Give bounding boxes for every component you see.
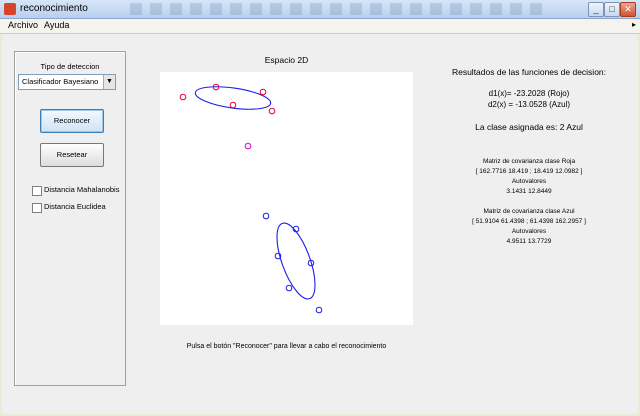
red-eig-title: Autovalores [511,178,547,185]
detection-select[interactable]: Clasificador Bayesiano ▼ [18,74,116,90]
reset-button[interactable]: Resetear [40,143,104,167]
test-point [244,142,252,150]
close-button[interactable]: ✕ [620,2,636,17]
menu-bar: Archivo Ayuda ▸ [0,19,640,34]
red-cov-title: Matriz de covarianza clase Roja [482,158,576,165]
taskbar-ghost [130,3,550,15]
plot-canvas[interactable] [160,72,413,325]
blue-point [262,212,270,220]
red-eig-values: 3.1431 12.8449 [506,188,552,195]
plot-svg [179,83,323,314]
recognize-button[interactable]: Reconocer [40,109,104,133]
maximize-button[interactable]: □ [604,2,620,17]
euclidean-label: Distancia Euclidea [44,202,106,211]
title-bar: reconocimiento _ □ ✕ [0,0,640,19]
chevron-down-icon[interactable]: ▼ [103,75,115,89]
mahalanobis-checkbox[interactable] [32,186,42,196]
menu-expand-icon[interactable]: ▸ [632,20,636,29]
blue-class [262,212,323,314]
euclidean-checkbox[interactable] [32,203,42,213]
red-class-ellipse [194,86,272,110]
d2-result: d2(x) = -13.0528 (Azul) [487,100,571,109]
red-point [229,101,237,109]
results-heading: Resultados de las funciones de decision: [451,67,607,77]
blue-cov-values: [ 51.9104 61.4398 ; 61.4398 162.2957 ] [472,218,586,225]
control-panel: Tipo de deteccion [14,51,126,386]
minimize-button[interactable]: _ [588,2,604,17]
d1-result: d1(x)= -23.2028 (Rojo) [488,89,570,98]
red-cov-values: [ 162.7716 18.419 ; 18.419 12.0982 ] [475,168,583,175]
assigned-class: La clase asignada es: 2 Azul [475,122,583,132]
red-point [259,88,267,96]
blue-cov-title: Matriz de covarianza clase Azul [483,208,575,215]
detection-type-label: Tipo de deteccion [40,62,100,71]
blue-point [285,284,293,292]
red-point [268,107,276,115]
mahalanobis-label: Distancia Mahalanobis [44,185,120,194]
blue-eig-values: 4.9511 13.7729 [506,238,552,245]
red-point [179,93,187,101]
instruction-text: Pulsa el botón "Reconocer" para llevar a… [186,343,387,350]
menu-ayuda[interactable]: Ayuda [44,20,69,30]
menu-archivo[interactable]: Archivo [8,20,38,30]
red-class [179,83,276,115]
figure-area: Tipo de deteccion Clasificador Bayesiano… [2,34,638,414]
blue-point [315,306,323,314]
window-title: reconocimiento [20,3,88,14]
detection-select-value: Clasificador Bayesiano [22,77,99,86]
app-icon [4,3,16,15]
blue-eig-title: Autovalores [511,228,547,235]
plot-title: Espacio 2D [264,55,309,65]
